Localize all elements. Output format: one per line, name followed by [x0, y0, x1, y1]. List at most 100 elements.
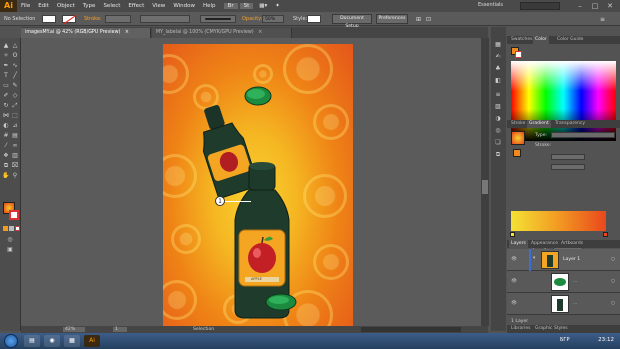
fill-swatch[interactable] — [42, 15, 56, 23]
document-setup-button[interactable]: Document Setup — [332, 14, 372, 29]
stroke-icon[interactable]: ≡ — [494, 91, 502, 99]
tab-my-label[interactable]: MY_labelai @ 100% (CMYK/GPU Preview) × — [152, 28, 292, 38]
transform-icon[interactable]: ⊡ — [426, 16, 431, 23]
gradient-type-select[interactable] — [551, 132, 615, 138]
menu-object[interactable]: Object — [53, 3, 79, 9]
variable-width-select[interactable] — [140, 15, 190, 23]
rectangle-tool-icon[interactable]: ▭ — [2, 82, 10, 90]
visibility-eye-icon[interactable]: 👁 — [511, 257, 517, 262]
stroke-label[interactable]: Stroke: — [84, 16, 102, 22]
menu-effect[interactable]: Effect — [124, 3, 148, 9]
mesh-tool-icon[interactable]: # — [2, 132, 10, 140]
layer-row-sublayer[interactable]: 👁 ... ○ — [507, 293, 620, 315]
gradient-icon[interactable]: ▨ — [494, 103, 502, 111]
tab-stroke[interactable]: Stroke — [509, 120, 527, 128]
layers-icon[interactable]: ❏ — [494, 139, 502, 147]
symbols-icon[interactable]: ♣ — [494, 65, 502, 73]
start-button[interactable] — [4, 334, 18, 348]
stroke-weight-field[interactable] — [105, 15, 131, 23]
explorer-icon[interactable]: ▤ — [24, 335, 40, 347]
layer-row-layer1[interactable]: 👁 ▾ Layer 1 ○ — [507, 249, 620, 271]
bottle-artwork[interactable] — [163, 44, 353, 326]
layer-name[interactable]: Layer 1 — [563, 257, 580, 262]
gpu-performance-icon[interactable]: ✦ — [271, 3, 284, 9]
pen-tool-icon[interactable]: ✒ — [2, 62, 10, 70]
tab-imagesmy[interactable]: imagesMY.ai @ 42% (RGB/GPU Preview) × — [21, 28, 151, 38]
column-graph-tool-icon[interactable]: ▥ — [11, 152, 19, 160]
stroke-color-swatch[interactable] — [9, 210, 19, 220]
artboard-tool-icon[interactable]: ⧉ — [2, 162, 10, 170]
color-mode-icon[interactable] — [3, 226, 8, 231]
none-mode-icon[interactable] — [15, 226, 20, 231]
layer-target-icon[interactable]: ○ — [611, 257, 615, 262]
visibility-eye-icon[interactable]: 👁 — [511, 279, 517, 284]
arrange-documents-icon[interactable]: ▦▾ — [255, 3, 271, 9]
shape-builder-tool-icon[interactable]: ◐ — [2, 122, 10, 130]
gradient-mode-icon[interactable] — [9, 226, 14, 231]
tab-gradient[interactable]: Gradient — [527, 120, 551, 128]
brushes-icon[interactable]: ✍ — [494, 53, 502, 61]
current-tool-status[interactable]: Selection — [193, 327, 214, 332]
stock-icon[interactable]: St — [239, 3, 254, 9]
appearance-icon[interactable]: ◎ — [494, 127, 502, 135]
menu-file[interactable]: File — [17, 3, 34, 9]
menu-select[interactable]: Select — [99, 3, 124, 9]
tab-transparency[interactable]: Transparency — [553, 120, 587, 128]
align-icon[interactable]: ⊞ — [416, 16, 421, 23]
horizontal-scrollbar[interactable] — [361, 327, 461, 332]
gradient-aspect-field[interactable] — [551, 164, 585, 170]
type-tool-icon[interactable]: T — [2, 72, 10, 80]
tab-artboards[interactable]: Artboards — [559, 240, 585, 248]
illustrator-taskbar-icon[interactable]: Ai — [84, 335, 100, 347]
gradient-tool-icon[interactable]: ▤ — [11, 132, 19, 140]
symbol-sprayer-tool-icon[interactable]: ❖ — [2, 152, 10, 160]
eraser-tool-icon[interactable]: ◇ — [11, 92, 19, 100]
zoom-select[interactable]: 42% — [63, 327, 85, 332]
rotate-tool-icon[interactable]: ↻ — [2, 102, 10, 110]
gradient-swatch[interactable] — [511, 131, 525, 145]
tab-color[interactable]: Color — [533, 36, 549, 44]
curvature-tool-icon[interactable]: ∿ — [11, 62, 19, 70]
menu-edit[interactable]: Edit — [34, 3, 53, 9]
stroke-swatch[interactable] — [62, 14, 77, 25]
lasso-tool-icon[interactable]: ʘ — [11, 52, 19, 60]
tab-graphic-styles[interactable]: Graphic Styles — [533, 325, 570, 333]
tab-libraries[interactable]: Libraries — [509, 325, 532, 333]
hand-tool-icon[interactable]: ✋ — [2, 172, 10, 180]
gradient-angle-field[interactable] — [551, 154, 585, 160]
sublayer-name[interactable]: ... — [573, 279, 577, 284]
graphic-styles-icon[interactable]: ◧ — [494, 77, 502, 85]
screen-mode-icon[interactable]: ▣ — [6, 246, 14, 254]
menu-help[interactable]: Help — [199, 3, 220, 9]
workspace-switcher[interactable]: Essentials — [478, 2, 503, 8]
tab-close-icon[interactable]: × — [125, 30, 129, 35]
gradient-stop-right[interactable] — [603, 232, 608, 237]
sublayer-target-icon[interactable]: ○ — [611, 279, 615, 284]
gradient-stop-left[interactable] — [510, 232, 515, 237]
opacity-label[interactable]: Opacity: — [242, 16, 263, 22]
slice-tool-icon[interactable]: ⌧ — [11, 162, 19, 170]
graphic-style-swatch[interactable] — [307, 15, 321, 23]
canvas-area[interactable]: APPLE 1 — [21, 38, 481, 326]
blend-tool-icon[interactable]: ∞ — [11, 142, 19, 150]
visibility-eye-icon[interactable]: 👁 — [511, 301, 517, 306]
pdf-icon[interactable]: ▦ — [64, 335, 80, 347]
keyboard-language[interactable]: БГР — [560, 337, 570, 343]
browser-icon[interactable]: ◉ — [44, 335, 60, 347]
maximize-icon[interactable]: □ — [590, 1, 600, 11]
selection-tool-icon[interactable]: ▲ — [2, 42, 10, 50]
paintbrush-tool-icon[interactable]: ✎ — [11, 82, 19, 90]
system-clock[interactable]: 23:12 — [598, 337, 614, 343]
tab-color-guide[interactable]: Color Guide — [555, 36, 585, 44]
tab-swatches[interactable]: Swatches — [509, 36, 535, 44]
minimize-icon[interactable]: – — [575, 1, 585, 11]
sublayer-target-icon[interactable]: ○ — [611, 301, 615, 306]
color-stroke-swatch[interactable] — [515, 51, 522, 58]
direct-selection-tool-icon[interactable]: △ — [11, 42, 19, 50]
zoom-tool-icon[interactable]: ⚲ — [11, 172, 19, 180]
layer-row-sublayer[interactable]: 👁 ... ○ — [507, 271, 620, 293]
preferences-button[interactable]: Preferences — [376, 14, 408, 24]
perspective-grid-tool-icon[interactable]: ⊿ — [11, 122, 19, 130]
gradient-fill-icon[interactable] — [513, 149, 521, 157]
eyedropper-tool-icon[interactable]: ⁄ — [2, 142, 10, 150]
